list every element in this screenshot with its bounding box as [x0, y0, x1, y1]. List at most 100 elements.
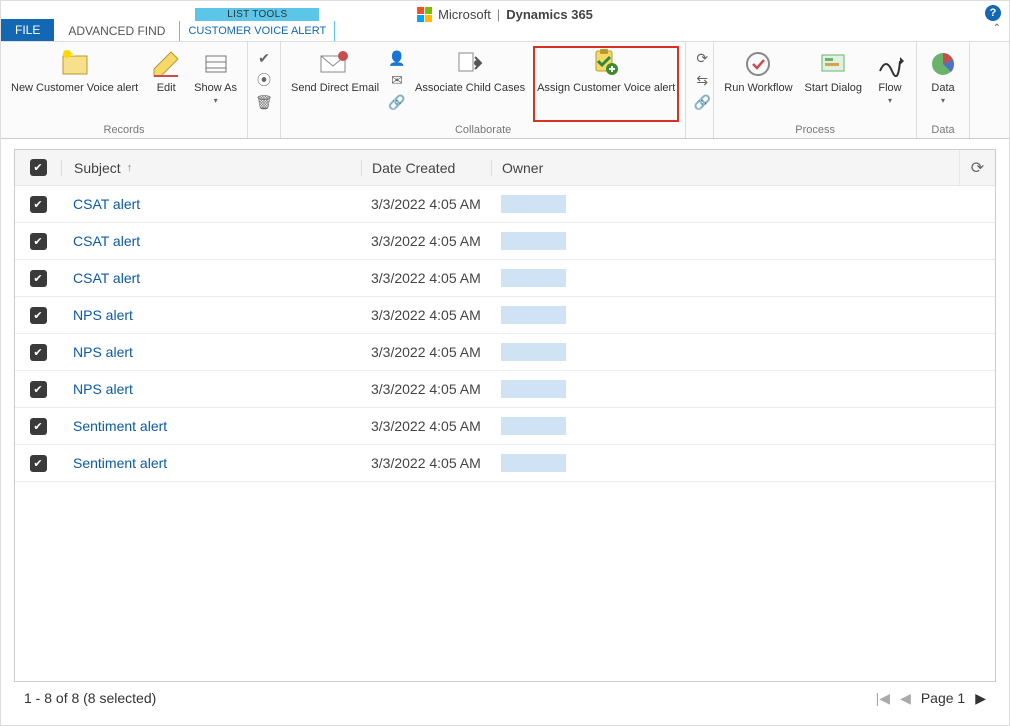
date-cell: 3/3/2022 4:05 AM: [361, 418, 491, 434]
subject-link[interactable]: Sentiment alert: [73, 455, 167, 471]
table-row[interactable]: ✔ NPS alert 3/3/2022 4:05 AM: [15, 297, 995, 334]
collapse-ribbon-icon[interactable]: ⌃: [993, 23, 1001, 34]
row-checkbox[interactable]: ✔: [30, 344, 47, 361]
row-checkbox[interactable]: ✔: [30, 233, 47, 250]
send-direct-email-button[interactable]: Send Direct Email: [287, 46, 383, 122]
delete-icon[interactable]: 🗑: [256, 94, 272, 110]
grid-container: ✔ Subject ↑ Date Created Owner ⟳ ✔ CSAT a…: [14, 149, 996, 682]
associate-child-cases-button[interactable]: Associate Child Cases: [411, 46, 529, 122]
mail-small-icon[interactable]: ✉: [389, 72, 405, 88]
column-subject[interactable]: Subject ↑: [61, 160, 361, 176]
subject-link[interactable]: CSAT alert: [73, 233, 140, 249]
row-checkbox[interactable]: ✔: [30, 381, 47, 398]
data-label: Data: [931, 82, 954, 95]
owner-redacted: [501, 232, 566, 250]
flow-button[interactable]: Flow ▾: [870, 46, 910, 122]
grid-header: ✔ Subject ↑ Date Created Owner ⟳: [15, 150, 995, 186]
assign-customer-voice-alert-button[interactable]: Assign Customer Voice alert: [533, 46, 679, 122]
date-cell: 3/3/2022 4:05 AM: [361, 381, 491, 397]
date-cell: 3/3/2022 4:05 AM: [361, 307, 491, 323]
new-customer-voice-alert-button[interactable]: New Customer Voice alert: [7, 46, 142, 122]
attach-small-icon[interactable]: 🔗: [389, 94, 405, 110]
send-email-label: Send Direct Email: [291, 82, 379, 95]
subject-link[interactable]: NPS alert: [73, 381, 133, 397]
sort-ascending-icon: ↑: [127, 162, 133, 174]
subject-link[interactable]: Sentiment alert: [73, 418, 167, 434]
date-cell: 3/3/2022 4:05 AM: [361, 233, 491, 249]
activate-icon[interactable]: ✔: [256, 50, 272, 66]
row-checkbox[interactable]: ✔: [30, 196, 47, 213]
start-dialog-button[interactable]: Start Dialog: [801, 46, 866, 122]
chevron-down-icon: ▾: [941, 96, 945, 106]
record-status: 1 - 8 of 8 (8 selected): [24, 690, 156, 706]
row-checkbox[interactable]: ✔: [30, 270, 47, 287]
subject-link[interactable]: CSAT alert: [73, 270, 140, 286]
help-icon[interactable]: ?: [985, 5, 1001, 21]
owner-redacted: [501, 343, 566, 361]
table-row[interactable]: ✔ Sentiment alert 3/3/2022 4:05 AM: [15, 408, 995, 445]
contextual-group-label: LIST TOOLS: [195, 8, 319, 21]
tab-file[interactable]: FILE: [1, 19, 54, 41]
group-data-label: Data: [923, 122, 963, 138]
deactivate-icon[interactable]: ⦿: [256, 72, 272, 88]
date-cell: 3/3/2022 4:05 AM: [361, 270, 491, 286]
flow-icon: [874, 48, 906, 80]
subject-link[interactable]: CSAT alert: [73, 196, 140, 212]
owner-cell: [491, 195, 995, 213]
run-workflow-button[interactable]: Run Workflow: [720, 46, 796, 122]
date-cell: 3/3/2022 4:05 AM: [361, 344, 491, 360]
brand-ms: Microsoft: [438, 7, 491, 22]
owner-redacted: [501, 195, 566, 213]
chevron-down-icon: ▾: [888, 96, 892, 106]
table-row[interactable]: ✔Sentiment alert3/3/2022 4:05 AM: [15, 445, 995, 482]
assign-icon: [590, 48, 622, 80]
show-as-button[interactable]: Show As ▾: [190, 46, 241, 122]
workflow-label: Run Workflow: [724, 82, 792, 95]
owner-cell: [491, 417, 995, 435]
edit-icon: [150, 48, 182, 80]
owner-redacted: [501, 380, 566, 398]
associate-label: Associate Child Cases: [415, 82, 525, 95]
owner-cell: [491, 454, 995, 472]
prev-page-button[interactable]: ◀: [900, 690, 911, 707]
next-page-button[interactable]: ▶: [975, 690, 986, 707]
row-checkbox[interactable]: ✔: [30, 455, 47, 472]
data-chart-icon: [927, 48, 959, 80]
chevron-down-icon: ▾: [214, 96, 218, 106]
owner-cell: [491, 232, 995, 250]
table-row[interactable]: ✔ NPS alert 3/3/2022 4:05 AM: [15, 334, 995, 371]
contextual-tab-group: LIST TOOLS CUSTOMER VOICE ALERT: [179, 8, 335, 41]
link-small-icon[interactable]: 🔗: [694, 94, 710, 110]
tab-advanced-find[interactable]: ADVANCED FIND: [54, 21, 179, 41]
table-row[interactable]: ✔ CSAT alert 3/3/2022 4:05 AM: [15, 223, 995, 260]
subject-link[interactable]: NPS alert: [73, 344, 133, 360]
table-row[interactable]: ✔ NPS alert 3/3/2022 4:05 AM: [15, 371, 995, 408]
first-page-button[interactable]: |◀: [876, 690, 890, 707]
subject-link[interactable]: NPS alert: [73, 307, 133, 323]
refresh-small-icon[interactable]: ⟳: [694, 50, 710, 66]
grid-footer: 1 - 8 of 8 (8 selected) |◀ ◀ Page 1 ▶: [14, 684, 996, 712]
select-all-checkbox[interactable]: ✔: [30, 159, 47, 176]
edit-button[interactable]: Edit: [146, 46, 186, 122]
owner-cell: [491, 343, 995, 361]
data-button[interactable]: Data ▾: [923, 46, 963, 122]
table-row[interactable]: ✔ CSAT alert 3/3/2022 4:05 AM: [15, 260, 995, 297]
add-user-small-icon[interactable]: 👤: [389, 50, 405, 66]
edit-label: Edit: [157, 82, 176, 95]
pager: |◀ ◀ Page 1 ▶: [876, 690, 986, 707]
column-owner[interactable]: Owner: [491, 160, 959, 176]
group-collaborate-label: Collaborate: [287, 122, 679, 138]
tab-customer-voice-alert[interactable]: CUSTOMER VOICE ALERT: [179, 21, 335, 41]
column-date-created[interactable]: Date Created: [361, 160, 491, 176]
owner-redacted: [501, 417, 566, 435]
row-checkbox[interactable]: ✔: [30, 418, 47, 435]
row-checkbox[interactable]: ✔: [30, 307, 47, 324]
page-indicator: Page 1: [921, 690, 965, 706]
show-as-icon: [200, 48, 232, 80]
refresh-grid-button[interactable]: ⟳: [959, 150, 995, 185]
owner-cell: [491, 306, 995, 324]
table-row[interactable]: ✔ CSAT alert 3/3/2022 4:05 AM: [15, 186, 995, 223]
date-cell: 3/3/2022 4:05 AM: [361, 196, 491, 212]
owner-cell: [491, 380, 995, 398]
share-small-icon[interactable]: ⇆: [694, 72, 710, 88]
